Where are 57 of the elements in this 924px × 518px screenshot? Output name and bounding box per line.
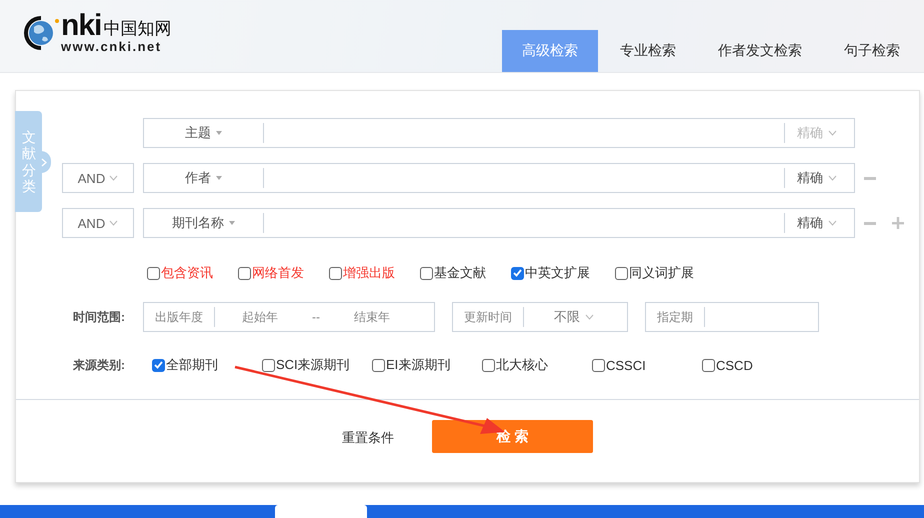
operator-select[interactable]: AND (62, 163, 134, 193)
match-select[interactable]: 精确 (784, 213, 854, 233)
caret-icon (229, 221, 235, 225)
caret-icon (216, 131, 222, 135)
checkbox[interactable] (262, 358, 275, 372)
logo-text: nki (61, 12, 102, 40)
checkbox-label: 同义词扩展 (629, 264, 694, 282)
search-tab[interactable]: 专业检索 (600, 30, 696, 72)
checkbox[interactable] (372, 358, 385, 372)
checkbox[interactable] (238, 266, 251, 280)
field-select[interactable]: 期刊名称 (172, 214, 224, 232)
field-select[interactable]: 作者 (185, 169, 211, 187)
chevron-icon (585, 314, 594, 320)
checkbox[interactable] (702, 358, 715, 372)
caret-icon (216, 176, 222, 180)
update-time-select[interactable]: 更新时间 不限 (452, 302, 628, 332)
logo-url: www.cnki.net (61, 40, 163, 54)
search-field[interactable]: 期刊名称 精确 (143, 208, 855, 238)
chevron-icon (828, 130, 837, 136)
operator-select[interactable]: AND (62, 208, 134, 238)
checkbox-label: 包含资讯 (161, 264, 213, 282)
expand-handle[interactable] (41, 151, 51, 173)
reset-button[interactable]: 重置条件 (342, 428, 394, 446)
checkbox-label: 全部期刊 (166, 356, 218, 374)
checkbox-label: 北大核心 (496, 356, 548, 374)
search-tab[interactable]: 作者发文检索 (698, 30, 822, 72)
checkbox[interactable] (615, 266, 628, 280)
field-label: 时间范围: (73, 308, 126, 326)
checkbox-label: SCI来源期刊 (276, 356, 350, 374)
chevron-icon (828, 220, 837, 226)
date-range-field[interactable]: 出版年度 起始年 -- 结束年 (143, 302, 435, 332)
chevron-icon (828, 175, 837, 181)
search-tab[interactable]: 句子检索 (824, 30, 920, 72)
check-icon (513, 269, 522, 277)
checkbox[interactable] (592, 358, 605, 372)
chevron-icon (109, 220, 118, 226)
field-label: 来源类别: (73, 356, 126, 374)
check-icon (154, 361, 163, 369)
checkbox[interactable] (420, 266, 433, 280)
search-field[interactable]: 作者 精确 (143, 163, 855, 193)
logo-name: 中国知网 (103, 18, 172, 40)
checkbox[interactable] (152, 358, 165, 372)
checkbox-label: 基金文献 (434, 264, 486, 282)
checkbox-label: 增强出版 (343, 264, 395, 282)
checkbox[interactable] (482, 358, 495, 372)
chevron-icon (41, 158, 47, 166)
checkbox-label: CSCD (716, 358, 753, 372)
checkbox-label: 中英文扩展 (525, 264, 590, 282)
checkbox[interactable] (511, 266, 524, 280)
checkbox-label: CSSCI (606, 358, 646, 372)
checkbox[interactable] (329, 266, 342, 280)
chevron-icon (109, 175, 118, 181)
checkbox-label: 网络首发 (252, 264, 304, 282)
match-select[interactable]: 精确 (784, 168, 854, 188)
period-field[interactable]: 指定期 (645, 302, 819, 332)
checkbox-label: EI来源期刊 (386, 356, 450, 374)
checkbox[interactable] (147, 266, 160, 280)
